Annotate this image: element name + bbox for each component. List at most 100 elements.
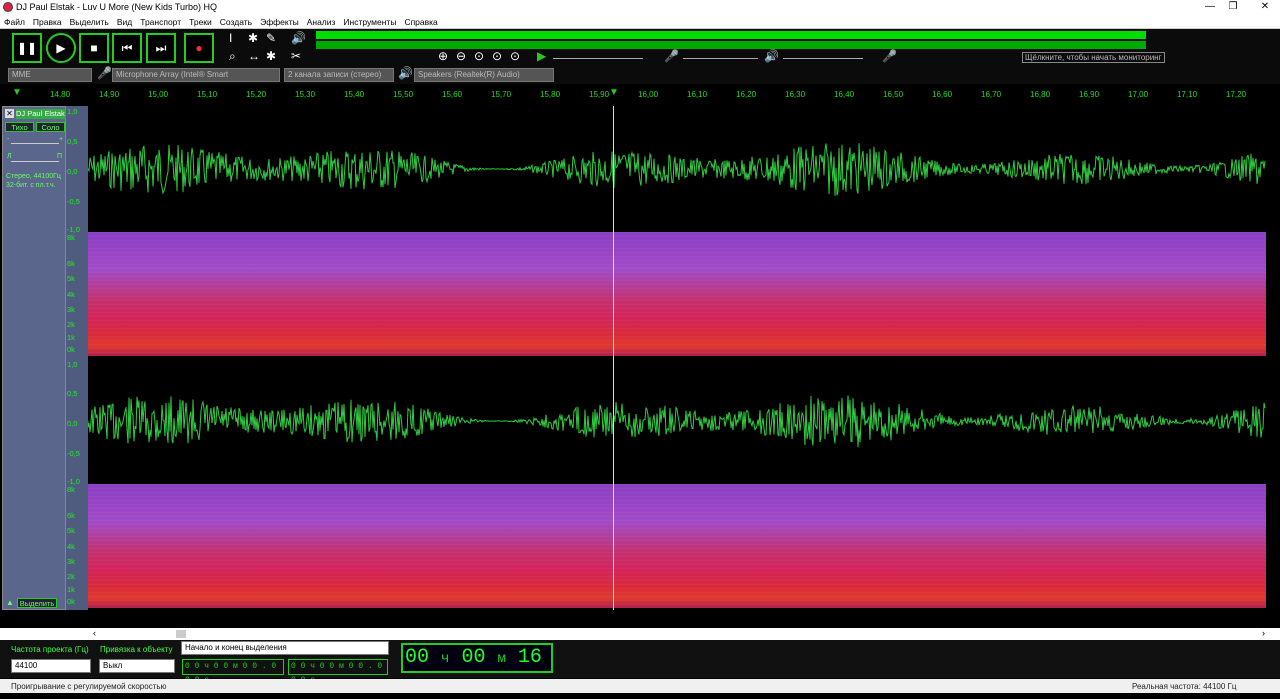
timeshift-tool-icon[interactable]: ↔: [248, 49, 260, 63]
mute-button[interactable]: Тихо: [5, 122, 34, 132]
record-button[interactable]: ●: [184, 33, 214, 63]
scroll-thumb[interactable]: [176, 630, 186, 638]
ruler-tick: 16,20: [736, 90, 757, 99]
empty-track-area: [0, 610, 1280, 628]
zoom-in-icon[interactable]: ⊕: [438, 49, 448, 63]
menu-help[interactable]: Справка: [400, 15, 441, 27]
skip-start-button[interactable]: ⏮: [112, 33, 142, 63]
menu-tools[interactable]: Инструменты: [339, 15, 400, 27]
scale-label: 0,0: [67, 167, 78, 176]
fit-project-icon[interactable]: ⊙: [492, 49, 502, 63]
collapse-icon[interactable]: ▲: [6, 598, 14, 607]
select-track-button[interactable]: Выделить: [17, 598, 57, 608]
time-hours: 00: [405, 646, 430, 669]
actual-rate: Реальная частота: 44100 Гц: [1132, 682, 1237, 691]
menu-transport[interactable]: Транспорт: [136, 15, 185, 27]
status-text: Проигрывание с регулируемой скоростью: [11, 682, 167, 691]
spectrogram-left[interactable]: [88, 232, 1266, 356]
scale-label: 2k: [67, 320, 75, 329]
menu-tracks[interactable]: Треки: [185, 15, 216, 27]
menu-generate[interactable]: Создать: [216, 15, 256, 27]
zoom-out-icon[interactable]: ⊖: [456, 49, 466, 63]
playhead-marker-icon[interactable]: ▼: [609, 87, 619, 98]
status-bar: Проигрывание с регулируемой скоростью Ре…: [0, 679, 1280, 693]
ruler-tick: 15,20: [246, 90, 267, 99]
menu-bar: Файл Правка Выделить Вид Транспорт Треки Созда…: [0, 15, 1280, 29]
playback-volume-icon: 🔊: [291, 31, 306, 45]
horizontal-scrollbar[interactable]: ‹ ›: [0, 628, 1280, 640]
monitoring-hint[interactable]: Щёлкните, чтобы начать мониторинг: [1022, 52, 1165, 63]
selection-mode-select[interactable]: Начало и конец выделения: [181, 641, 389, 655]
channels-select[interactable]: 2 канала записи (стерео): [284, 68, 394, 82]
timeline-start-marker-icon[interactable]: ▼: [12, 87, 22, 98]
skip-end-button[interactable]: ⏭: [146, 33, 176, 63]
timeline-ruler[interactable]: ▼ 14,80 14,90 15,00 15,10 15,20 15,30 15…: [0, 85, 1280, 105]
menu-file[interactable]: Файл: [0, 15, 29, 27]
recording-device-select[interactable]: Microphone Array (Intel® Smart: [112, 68, 280, 82]
waveform-right[interactable]: [88, 358, 1266, 484]
gain-slider[interactable]: [11, 143, 59, 144]
scroll-right-icon[interactable]: ›: [1262, 628, 1265, 638]
solo-button[interactable]: Соло: [36, 122, 65, 132]
cut-icon[interactable]: ✂: [291, 49, 301, 63]
envelope-tool-icon[interactable]: ✱: [248, 31, 258, 45]
time-hours-unit: ч: [441, 651, 450, 667]
recording-volume-slider[interactable]: [683, 58, 758, 59]
scale-label: 8k: [67, 233, 75, 242]
track-area[interactable]: [88, 106, 1266, 610]
draw-tool-icon[interactable]: ✎: [266, 31, 276, 45]
ruler-tick: 14,90: [99, 90, 120, 99]
ruler-tick: 16,40: [834, 90, 855, 99]
scale-label: 1k: [67, 585, 75, 594]
input-mic-icon: 🎤: [97, 66, 112, 80]
zoom-tool-icon[interactable]: ⌕: [229, 49, 236, 64]
close-button[interactable]: ✕: [1245, 0, 1280, 15]
waveform-left[interactable]: [88, 106, 1266, 232]
pause-button[interactable]: ❚❚: [12, 33, 42, 63]
scale-label: 8k: [67, 485, 75, 494]
playback-device-select[interactable]: Speakers (Realtek(R) Audio): [414, 68, 554, 82]
selection-start-time[interactable]: 0 0 ч 0 0 м 0 0 . 0 0 0 с: [182, 659, 284, 685]
scroll-left-icon[interactable]: ‹: [93, 628, 96, 638]
zoom-toggle-icon[interactable]: ⊙: [510, 49, 520, 63]
ruler-tick: 16,10: [687, 90, 708, 99]
play-at-speed-icon[interactable]: ▶: [537, 49, 546, 63]
scale-label: 5k: [67, 274, 75, 283]
pan-slider[interactable]: [11, 161, 59, 162]
play-button[interactable]: ▶: [46, 33, 76, 63]
fit-selection-icon[interactable]: ⊙: [474, 49, 484, 63]
menu-view[interactable]: Вид: [113, 15, 136, 27]
gain-minus-label: -: [7, 136, 10, 143]
ruler-tick: 17,00: [1128, 90, 1149, 99]
ruler-tick: 17,10: [1177, 90, 1198, 99]
multi-tool-icon[interactable]: ✱: [266, 49, 276, 63]
snap-select[interactable]: Выкл: [99, 659, 175, 673]
audio-host-select[interactable]: MME: [8, 68, 92, 82]
project-rate-select[interactable]: 44100: [11, 659, 91, 673]
ruler-tick: 16,90: [1079, 90, 1100, 99]
playback-volume-slider[interactable]: [783, 58, 863, 59]
playback-meter-right[interactable]: [316, 41, 1146, 49]
stop-button[interactable]: ■: [79, 33, 109, 63]
selection-tool-icon[interactable]: I: [229, 31, 232, 45]
vertical-scrollbar[interactable]: [1266, 106, 1280, 610]
selection-end-time[interactable]: 0 0 ч 0 0 м 0 0 . 0 0 0 с: [288, 659, 388, 685]
ruler-tick: 15,40: [344, 90, 365, 99]
menu-select[interactable]: Выделить: [66, 15, 113, 27]
track-bitdepth-info: 32-бит. с пл.т.ч.: [6, 182, 56, 189]
menu-edit[interactable]: Правка: [29, 15, 66, 27]
close-track-icon[interactable]: ✕: [5, 109, 14, 118]
playback-meter[interactable]: [316, 31, 1146, 39]
spectrogram-right[interactable]: [88, 484, 1266, 608]
scale-label: 0,0: [67, 419, 78, 428]
track-format-info: Стерео, 44100Гц: [6, 173, 61, 180]
ruler-tick: 17,20: [1226, 90, 1247, 99]
device-toolbar: MME 🎤 Microphone Array (Intel® Smart 2 к…: [0, 66, 1280, 84]
track-name-menu[interactable]: DJ Paul Elstak: [16, 109, 66, 119]
scale-label: -0,5: [67, 197, 80, 206]
audio-position-display[interactable]: 00 ч 00 м 16 с: [401, 643, 553, 694]
menu-analyze[interactable]: Анализ: [303, 15, 340, 27]
menu-effects[interactable]: Эффекты: [256, 15, 303, 27]
speed-slider[interactable]: [553, 58, 643, 59]
time-minutes: 00: [461, 646, 486, 669]
